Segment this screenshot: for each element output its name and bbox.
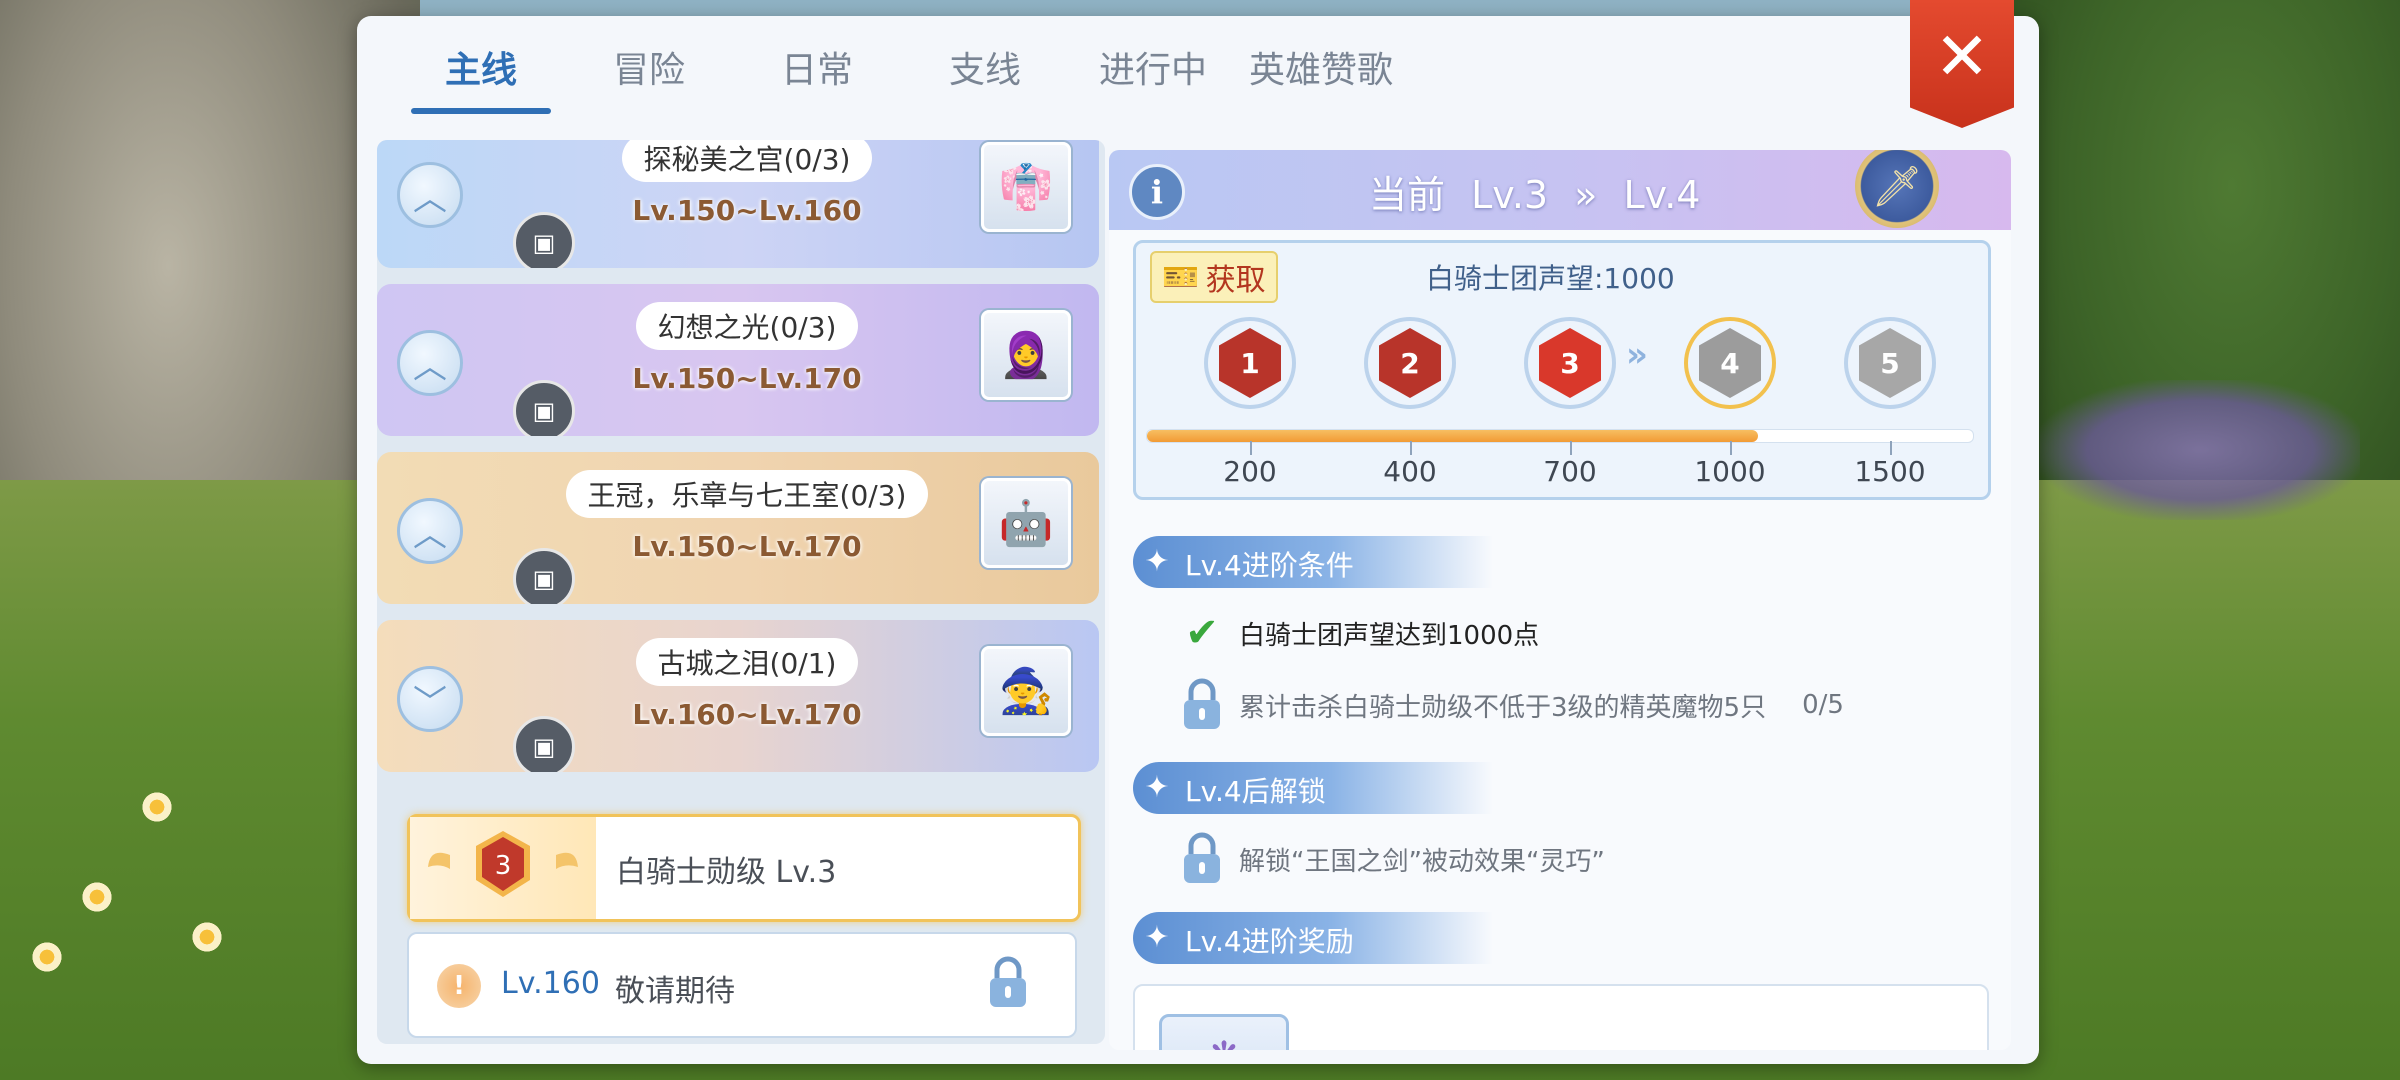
reputation-label: 白骑士团声望:1000	[1426, 262, 1675, 295]
quest-level-range: Lv.150~Lv.170	[632, 362, 862, 395]
quest-name: 王冠，乐章与七王室(0/3)	[565, 470, 929, 518]
section-title: ✦ Lv.4进阶条件	[1133, 536, 1493, 588]
threshold-label: 1500	[1854, 455, 1926, 488]
tab-adventure[interactable]: 冒险	[565, 16, 733, 126]
lock-icon	[1184, 832, 1220, 883]
reputation-medal-3: 3	[1524, 317, 1616, 409]
unlock-item: 解锁“王国之剑”被动效果“灵巧”	[1179, 832, 1605, 886]
reward-box: ❋	[1133, 984, 1989, 1050]
star-icon: ✦	[1144, 920, 1170, 955]
sword-emblem-icon: 🗡	[1855, 150, 1939, 228]
unlock-title: Lv.4后解锁	[1185, 775, 1326, 808]
section-title: ✦ Lv.4后解锁	[1133, 762, 1493, 814]
locked-level: Lv.160	[501, 966, 600, 1001]
character-portrait-icon: 🧕	[981, 310, 1071, 400]
character-portrait-icon: 🧙	[981, 646, 1071, 736]
rank-detail: i 当前 Lv.3 » Lv.4 🗡 🎫 获取 白骑士团声望:1000 1234…	[1109, 150, 2011, 1050]
reputation-box: 🎫 获取 白骑士团声望:1000 12345 » 200 400 700 1000 15…	[1133, 240, 1991, 500]
check-icon: ✔	[1185, 610, 1219, 656]
condition-text: 累计击杀白骑士勋级不低于3级的精英魔物5只	[1239, 692, 1767, 723]
quest-name: 古城之泪(0/1)	[635, 638, 859, 686]
locked-quest-row[interactable]: ! Lv.160 敬请期待	[407, 932, 1077, 1038]
exclamation-icon: !	[437, 964, 481, 1008]
condition-item: 累计击杀白骑士勋级不低于3级的精英魔物5只 0/5	[1179, 678, 1844, 732]
tab-side[interactable]: 支线	[901, 16, 1069, 126]
reputation-medals: 12345	[1136, 313, 1988, 413]
reputation-medal-4: 4	[1684, 317, 1776, 409]
ticket-icon: 🎫	[1162, 259, 1200, 295]
tab-main[interactable]: 主线	[397, 16, 565, 126]
purple-flower-patch	[2040, 380, 2360, 520]
get-label: 获取	[1205, 263, 1266, 298]
reputation-progress-fill	[1147, 430, 1759, 442]
to-level: Lv.4	[1623, 173, 1701, 217]
reward-item[interactable]: ❋	[1159, 1014, 1289, 1050]
quest-card[interactable]: ︿ ▣ 探秘美之宫(0/3) Lv.150~Lv.160 👘	[377, 140, 1099, 268]
quest-panel: 主线 冒险 日常 支线 进行中 英雄赞歌 ✕ ︿ ▣ 探秘美之宫(0/3) Lv…	[357, 0, 2039, 1064]
threshold-label: 200	[1223, 455, 1277, 488]
tab-in-progress[interactable]: 进行中	[1069, 16, 1237, 126]
rank-medal-number: 3	[495, 851, 512, 881]
quest-level-range: Lv.150~Lv.160	[632, 194, 862, 227]
yellow-flowers	[20, 780, 340, 980]
rank-label: 白骑士勋级 Lv.3	[616, 855, 837, 890]
close-button[interactable]: ✕	[1910, 0, 2014, 128]
reputation-medal-1: 1	[1204, 317, 1296, 409]
section-title: ✦ Lv.4进阶奖励	[1133, 912, 1493, 964]
current-label: 当前	[1369, 173, 1446, 217]
star-icon: ✦	[1144, 770, 1170, 805]
condition-item: ✔ 白骑士团声望达到1000点	[1179, 610, 1539, 656]
unlock-text: 解锁“王国之剑”被动效果“灵巧”	[1239, 846, 1605, 877]
get-reputation-button[interactable]: 🎫 获取	[1150, 251, 1278, 303]
tab-bar: 主线 冒险 日常 支线 进行中 英雄赞歌	[397, 16, 1405, 126]
threshold-label: 400	[1383, 455, 1437, 488]
threshold-label: 700	[1543, 455, 1597, 488]
chevron-up-icon[interactable]: ︿	[397, 330, 463, 396]
condition-progress: 0/5	[1802, 690, 1844, 720]
threshold-tick	[1730, 441, 1732, 455]
character-portrait-icon: 👘	[981, 142, 1071, 232]
quest-name: 探秘美之宫(0/3)	[621, 140, 873, 182]
character-portrait-icon: 🤖	[981, 478, 1071, 568]
conditions-title: Lv.4进阶条件	[1185, 549, 1354, 582]
threshold-label: 1000	[1694, 455, 1766, 488]
info-icon[interactable]: i	[1129, 164, 1185, 220]
reputation-progress-bar	[1146, 429, 1974, 443]
double-chevron-icon: »	[1574, 173, 1598, 217]
close-icon: ✕	[1934, 18, 1990, 95]
from-level: Lv.3	[1471, 173, 1549, 217]
quest-card[interactable]: ︿ ▣ 幻想之光(0/3) Lv.150~Lv.170 🧕	[377, 284, 1099, 436]
quest-card[interactable]: ︿ ▣ 王冠，乐章与七王室(0/3) Lv.150~Lv.170 🤖	[377, 452, 1099, 604]
lock-icon	[990, 956, 1026, 1007]
star-icon: ✦	[1144, 544, 1170, 579]
threshold-tick	[1250, 441, 1252, 455]
quest-level-range: Lv.150~Lv.170	[632, 530, 862, 563]
reputation-medal-2: 2	[1364, 317, 1456, 409]
rank-header: i 当前 Lv.3 » Lv.4 🗡	[1109, 150, 2011, 230]
threshold-tick	[1890, 441, 1892, 455]
tab-hero-anthem[interactable]: 英雄赞歌	[1237, 16, 1405, 126]
condition-text: 白骑士团声望达到1000点	[1239, 620, 1540, 651]
locked-label: 敬请期待	[615, 974, 735, 1009]
quest-card[interactable]: ﹀ ▣ 古城之泪(0/1) Lv.160~Lv.170 🧙	[377, 620, 1099, 772]
chevron-down-icon[interactable]: ﹀	[397, 666, 463, 732]
rewards-title: Lv.4进阶奖励	[1185, 925, 1354, 958]
rank-row[interactable]: 3 白骑士勋级 Lv.3	[407, 814, 1081, 922]
lock-icon	[1184, 678, 1220, 729]
threshold-tick	[1410, 441, 1412, 455]
chevron-up-icon[interactable]: ︿	[397, 498, 463, 564]
chevron-right-icon: »	[1626, 335, 1648, 375]
quest-name: 幻想之光(0/3)	[635, 302, 859, 350]
quest-list[interactable]: ︿ ▣ 探秘美之宫(0/3) Lv.150~Lv.160 👘 ︿ ▣ 幻想之光(…	[377, 140, 1105, 1044]
rank-medal-icon: 3	[428, 831, 578, 897]
tab-daily[interactable]: 日常	[733, 16, 901, 126]
reward-icon: ❋	[1162, 1017, 1286, 1050]
chevron-up-icon[interactable]: ︿	[397, 162, 463, 228]
threshold-tick	[1570, 441, 1572, 455]
reputation-medal-5: 5	[1844, 317, 1936, 409]
quest-level-range: Lv.160~Lv.170	[632, 698, 862, 731]
